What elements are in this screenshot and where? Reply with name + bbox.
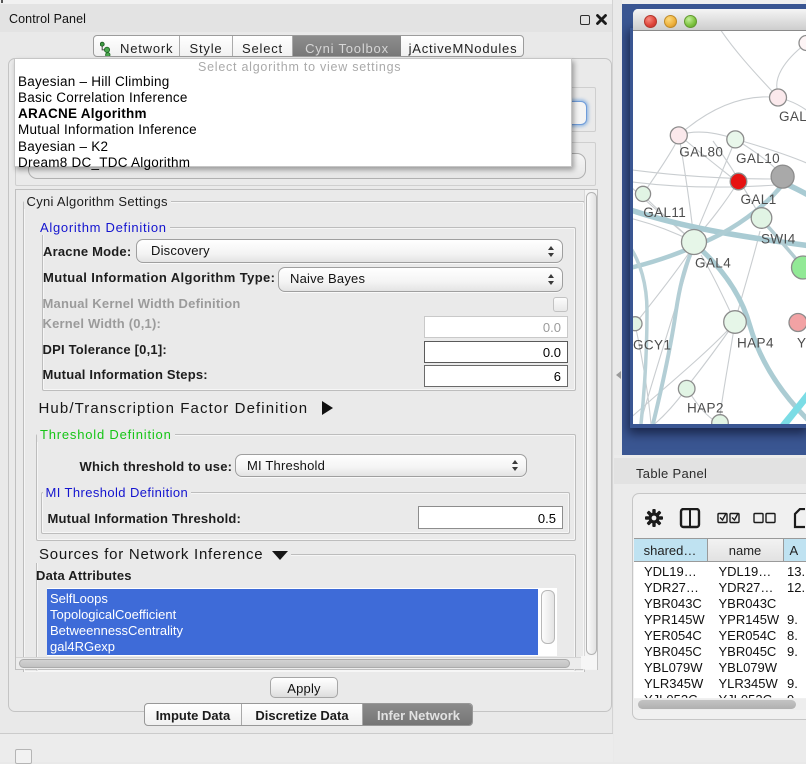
svg-text:GAL4: GAL4 — [695, 256, 731, 271]
svg-text:YEL0: YEL0 — [797, 336, 806, 351]
svg-text:GAL10: GAL10 — [736, 151, 780, 166]
svg-text:HAP4: HAP4 — [737, 336, 774, 351]
svg-text:GAL11: GAL11 — [643, 205, 686, 220]
svg-text:HAP2: HAP2 — [687, 401, 724, 416]
svg-text:SWI4: SWI4 — [761, 232, 796, 247]
svg-text:GAL1: GAL1 — [741, 192, 777, 207]
svg-text:GCY1: GCY1 — [633, 338, 671, 353]
svg-text:GAL80: GAL80 — [679, 145, 723, 160]
svg-text:GAL7: GAL7 — [779, 109, 806, 124]
